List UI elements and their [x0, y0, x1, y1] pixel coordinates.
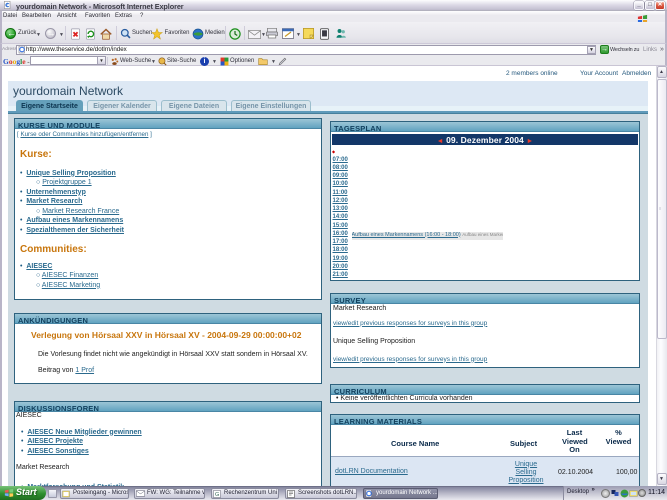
svg-text:G: G: [215, 492, 219, 498]
